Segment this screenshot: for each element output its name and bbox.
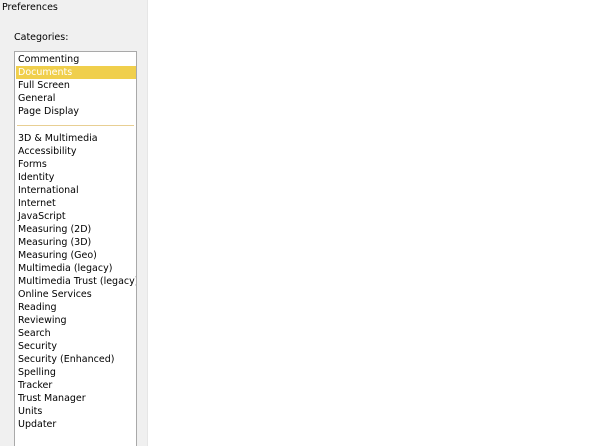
category-internet[interactable]: Internet <box>16 197 136 210</box>
category-security-enhanced[interactable]: Security (Enhanced) <box>16 353 136 366</box>
category-international[interactable]: International <box>16 184 136 197</box>
category-3d-multimedia[interactable]: 3D & Multimedia <box>16 132 136 145</box>
category-commenting[interactable]: Commenting <box>16 53 136 66</box>
category-online-services[interactable]: Online Services <box>16 288 136 301</box>
preferences-window: Preferences Categories: Commenting Docum… <box>0 0 600 446</box>
category-security[interactable]: Security <box>16 340 136 353</box>
category-tracker[interactable]: Tracker <box>16 379 136 392</box>
category-units[interactable]: Units <box>16 405 136 418</box>
preferences-dialog-panel: Preferences Categories: Commenting Docum… <box>0 0 148 446</box>
category-trust-manager[interactable]: Trust Manager <box>16 392 136 405</box>
category-page-display[interactable]: Page Display <box>16 105 136 118</box>
category-spelling[interactable]: Spelling <box>16 366 136 379</box>
categories-label: Categories: <box>14 32 69 43</box>
category-measuring-2d[interactable]: Measuring (2D) <box>16 223 136 236</box>
category-multimedia-legacy[interactable]: Multimedia (legacy) <box>16 262 136 275</box>
category-forms[interactable]: Forms <box>16 158 136 171</box>
category-reading[interactable]: Reading <box>16 301 136 314</box>
category-measuring-3d[interactable]: Measuring (3D) <box>16 236 136 249</box>
category-identity[interactable]: Identity <box>16 171 136 184</box>
category-search[interactable]: Search <box>16 327 136 340</box>
category-general[interactable]: General <box>16 92 136 105</box>
category-documents[interactable]: Documents <box>16 66 136 79</box>
category-accessibility[interactable]: Accessibility <box>16 145 136 158</box>
category-group-divider <box>17 125 134 126</box>
category-reviewing[interactable]: Reviewing <box>16 314 136 327</box>
category-updater[interactable]: Updater <box>16 418 136 431</box>
window-title: Preferences <box>2 2 58 13</box>
category-measuring-geo[interactable]: Measuring (Geo) <box>16 249 136 262</box>
categories-listbox[interactable]: Commenting Documents Full Screen General… <box>14 51 137 446</box>
category-javascript[interactable]: JavaScript <box>16 210 136 223</box>
category-multimedia-trust-legacy[interactable]: Multimedia Trust (legacy) <box>16 275 136 288</box>
category-full-screen[interactable]: Full Screen <box>16 79 136 92</box>
